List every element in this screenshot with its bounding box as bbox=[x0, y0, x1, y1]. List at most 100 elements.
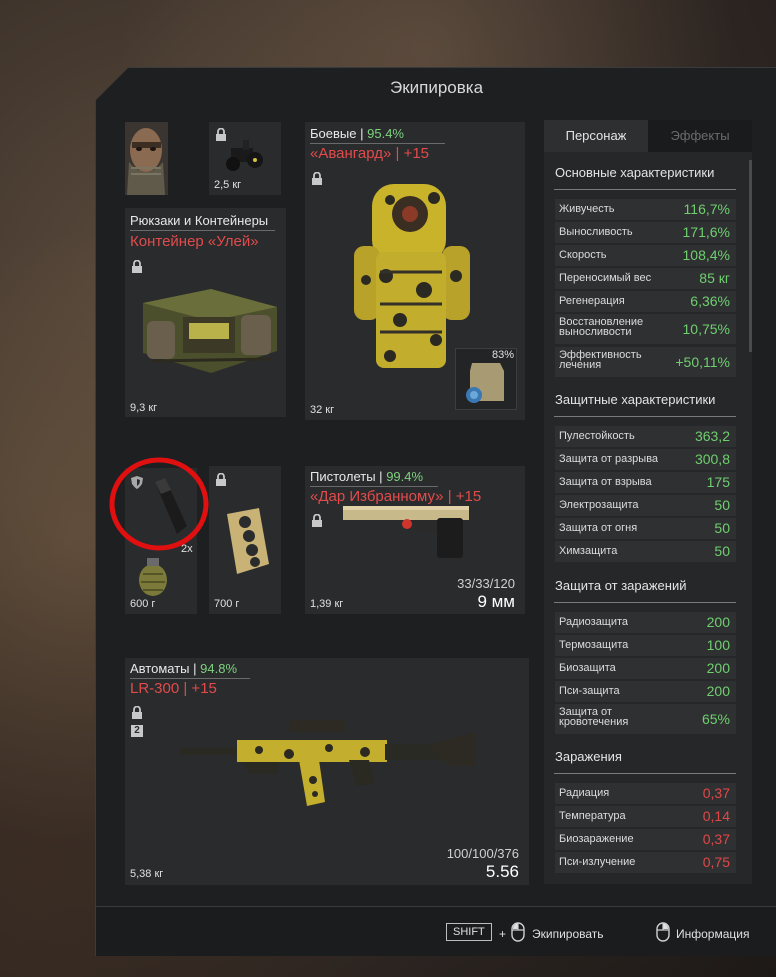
stats-scrollbar[interactable] bbox=[749, 160, 752, 352]
stat-value: 85 кг bbox=[699, 270, 730, 286]
stat-label: Эффективность лечения bbox=[559, 349, 642, 371]
stat-row: Эффективность лечения +50,11% bbox=[555, 347, 736, 377]
tab-effects[interactable]: Эффекты bbox=[648, 120, 752, 152]
stat-label: Биозаражение bbox=[559, 833, 634, 845]
stat-value: 65% bbox=[701, 711, 730, 727]
category-separator: | bbox=[379, 469, 383, 484]
armor-suit-icon bbox=[354, 184, 470, 368]
stat-row: Пси-излучение 0,75 bbox=[555, 852, 736, 873]
stat-label: Переносимый вес bbox=[559, 272, 652, 284]
pistol-icon bbox=[343, 506, 469, 558]
rifle-name: LR-300 | +15 bbox=[130, 680, 217, 697]
shift-key: SHIFT bbox=[446, 923, 492, 941]
equipment-window: Экипировка 2,5 кг Рюкзаки и Контейнеры К… bbox=[95, 67, 776, 956]
stat-label: Выносливость bbox=[559, 226, 633, 238]
stat-row: Термозащита 100 bbox=[555, 635, 736, 656]
category-underline bbox=[310, 143, 445, 144]
pistol-caliber: 9 мм bbox=[477, 592, 515, 611]
category-underline bbox=[310, 486, 438, 487]
stat-value: 0,37 bbox=[702, 831, 730, 847]
stat-label: Радиация bbox=[559, 787, 610, 799]
stat-row: Защита от разрыва 300,8 bbox=[555, 449, 736, 470]
brass-knuckles-icon bbox=[227, 508, 269, 574]
section-divider bbox=[554, 773, 736, 774]
stat-value: 108,4% bbox=[682, 247, 730, 263]
armor-weight: 32 кг bbox=[310, 404, 335, 416]
rifle-slot[interactable]: Автоматы | 94.8% LR-300 | +15 2 100/100/… bbox=[125, 658, 529, 885]
rifle-caliber: 5.56 bbox=[485, 862, 519, 881]
stat-value: 363,2 bbox=[694, 428, 730, 444]
section-title-main: Основные характеристики bbox=[555, 165, 715, 180]
night-vision-device-icon bbox=[226, 140, 263, 171]
pistol-category-label: Пистолеты bbox=[310, 469, 376, 484]
category-separator: | bbox=[193, 661, 197, 676]
lock-icon bbox=[311, 514, 323, 527]
window-title: Экипировка bbox=[389, 78, 484, 97]
grenade-icon bbox=[139, 558, 167, 596]
stat-value: 0,14 bbox=[702, 808, 730, 824]
stat-value: 10,75% bbox=[682, 321, 730, 337]
stat-row: Химзащита 50 bbox=[555, 541, 736, 562]
stat-value: 50 bbox=[714, 497, 730, 513]
stat-row: Радиация 0,37 bbox=[555, 783, 736, 804]
info-hint: Информация bbox=[676, 927, 750, 941]
character-stats-panel: Основные характеристики Живучесть 116,7% … bbox=[544, 152, 752, 884]
backpack-category: Рюкзаки и Контейнеры bbox=[130, 213, 269, 228]
stat-value: 116,7% bbox=[683, 201, 730, 217]
tab-character[interactable]: Персонаж bbox=[544, 120, 648, 152]
lock-icon bbox=[215, 473, 227, 486]
face-slot[interactable] bbox=[125, 122, 168, 195]
armor-plate-percent: 83% bbox=[491, 349, 514, 361]
stat-label: Температура bbox=[559, 810, 626, 822]
pistol-weight: 1,39 кг bbox=[310, 598, 344, 610]
highlight-circle bbox=[109, 457, 209, 551]
stat-value: 50 bbox=[714, 543, 730, 559]
backpack-slot[interactable]: Рюкзаки и Контейнеры Контейнер «Улей» 9,… bbox=[125, 208, 286, 417]
stat-value: 6,36% bbox=[690, 293, 730, 309]
stat-row: Пулестойкость 363,2 bbox=[555, 426, 736, 447]
pistol-category: Пистолеты | 99.4% bbox=[310, 469, 423, 484]
stat-row: Защита от огня 50 bbox=[555, 518, 736, 539]
armor-plate-slot[interactable]: 83% bbox=[455, 348, 517, 410]
stat-value: 171,6% bbox=[682, 224, 730, 240]
device-weight: 2,5 кг bbox=[214, 179, 242, 191]
stat-value: 200 bbox=[706, 660, 730, 676]
stat-row: Переносимый вес 85 кг bbox=[555, 268, 736, 289]
stat-value: 175 bbox=[706, 474, 730, 490]
container-hive-icon bbox=[143, 289, 277, 373]
rifle-category: Автоматы | 94.8% bbox=[130, 661, 237, 676]
stat-label: Защита от огня bbox=[559, 522, 638, 534]
assault-rifle-icon bbox=[179, 720, 475, 806]
rifle-weight: 5,38 кг bbox=[130, 868, 164, 880]
stat-label: Скорость bbox=[559, 249, 607, 261]
pistol-slot[interactable]: Пистолеты | 99.4% «Дар Избранному» | +15… bbox=[305, 466, 525, 614]
knuckles-slot[interactable]: 700 г bbox=[209, 466, 281, 614]
stat-row: Защита от взрыва 175 bbox=[555, 472, 736, 493]
stat-value: 300,8 bbox=[694, 451, 730, 467]
stat-label: Радиозащита bbox=[559, 616, 629, 628]
section-title-contamination-protection: Защита от заражений bbox=[555, 578, 687, 593]
rifle-category-label: Автоматы bbox=[130, 661, 190, 676]
mouse-left-click-icon bbox=[511, 922, 525, 942]
lock-icon bbox=[131, 706, 143, 719]
armor-slot[interactable]: Боевые | 95.4% «Авангард» | +15 83% 32 к… bbox=[305, 122, 525, 420]
stat-row: Электрозащита 50 bbox=[555, 495, 736, 516]
stat-label: Восстановление выносливости bbox=[559, 316, 644, 338]
category-separator: | bbox=[360, 126, 364, 141]
stat-label: Защита от кровотечения bbox=[559, 706, 629, 728]
section-divider bbox=[554, 416, 736, 417]
stat-label: Защита от взрыва bbox=[559, 476, 652, 488]
stat-row: Регенерация 6,36% bbox=[555, 291, 736, 312]
stat-row: Выносливость 171,6% bbox=[555, 222, 736, 243]
stat-label: Термозащита bbox=[559, 639, 629, 651]
armor-plate-icon bbox=[466, 363, 504, 403]
rifle-ammo: 100/100/376 bbox=[446, 846, 519, 861]
stat-value: +50,11% bbox=[675, 354, 730, 370]
section-divider bbox=[554, 189, 736, 190]
armor-category: Боевые | 95.4% bbox=[310, 126, 404, 141]
section-divider bbox=[554, 602, 736, 603]
device-slot[interactable]: 2,5 кг bbox=[209, 122, 281, 195]
stat-label: Биозащита bbox=[559, 662, 616, 674]
stat-row: Восстановление выносливости 10,75% bbox=[555, 314, 736, 344]
backpack-name: Контейнер «Улей» bbox=[130, 233, 259, 250]
